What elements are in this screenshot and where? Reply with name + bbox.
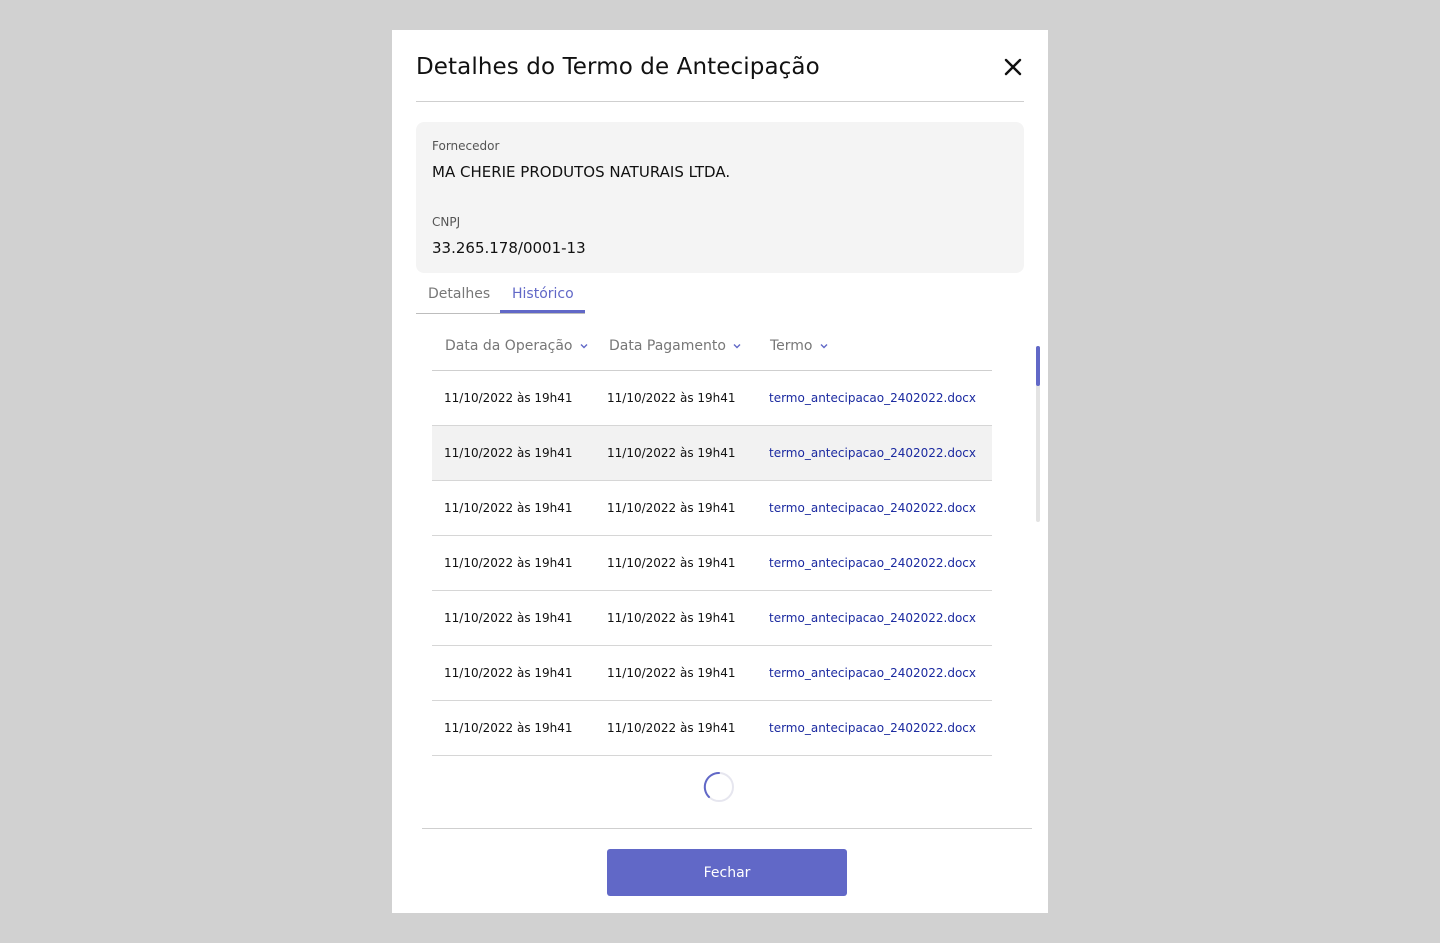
cell-data-operacao: 11/10/2022 às 19h41	[444, 721, 573, 735]
supplier-value: MA CHERIE PRODUTOS NATURAIS LTDA.	[432, 163, 731, 181]
table-row[interactable]: 11/10/2022 às 19h41 11/10/2022 às 19h41 …	[432, 591, 992, 646]
cell-termo-link[interactable]: termo_antecipacao_2402022.docx	[769, 391, 976, 405]
column-header-data-pagamento[interactable]: Data Pagamento	[609, 338, 742, 354]
cell-termo-link[interactable]: termo_antecipacao_2402022.docx	[769, 501, 976, 515]
cell-data-pagamento: 11/10/2022 às 19h41	[607, 556, 736, 570]
supplier-info-card: Fornecedor MA CHERIE PRODUTOS NATURAIS L…	[416, 122, 1024, 273]
close-icon[interactable]	[1004, 58, 1022, 76]
cell-termo-link[interactable]: termo_antecipacao_2402022.docx	[769, 721, 976, 735]
footer-divider	[422, 828, 1032, 829]
cell-termo-link[interactable]: termo_antecipacao_2402022.docx	[769, 611, 976, 625]
cell-data-operacao: 11/10/2022 às 19h41	[444, 391, 573, 405]
table-row[interactable]: 11/10/2022 às 19h41 11/10/2022 às 19h41 …	[432, 646, 992, 701]
cell-data-pagamento: 11/10/2022 às 19h41	[607, 666, 736, 680]
tab-historico[interactable]: Histórico	[512, 286, 574, 302]
cell-data-pagamento: 11/10/2022 às 19h41	[607, 391, 736, 405]
cell-termo-link[interactable]: termo_antecipacao_2402022.docx	[769, 446, 976, 460]
cell-data-operacao: 11/10/2022 às 19h41	[444, 666, 573, 680]
chevron-down-icon	[733, 344, 741, 349]
tab-detalhes[interactable]: Detalhes	[428, 286, 490, 302]
cell-data-operacao: 11/10/2022 às 19h41	[444, 446, 573, 460]
scrollbar-track[interactable]	[1036, 346, 1040, 522]
chevron-down-icon	[820, 344, 827, 349]
cell-data-operacao: 11/10/2022 às 19h41	[444, 501, 573, 515]
cell-data-operacao: 11/10/2022 às 19h41	[444, 556, 573, 570]
modal-title: Detalhes do Termo de Antecipação	[416, 54, 820, 80]
column-header-label: Data da Operação	[445, 338, 573, 354]
table-row[interactable]: 11/10/2022 às 19h41 11/10/2022 às 19h41 …	[432, 371, 992, 426]
scrollbar-thumb[interactable]	[1036, 346, 1040, 386]
table-row[interactable]: 11/10/2022 às 19h41 11/10/2022 às 19h41 …	[432, 701, 992, 756]
cell-termo-link[interactable]: termo_antecipacao_2402022.docx	[769, 666, 976, 680]
supplier-label: Fornecedor	[432, 139, 500, 153]
table-row[interactable]: 11/10/2022 às 19h41 11/10/2022 às 19h41 …	[432, 481, 992, 536]
column-header-data-operacao[interactable]: Data da Operação	[445, 338, 589, 354]
close-button[interactable]: Fechar	[607, 849, 847, 896]
cell-termo-link[interactable]: termo_antecipacao_2402022.docx	[769, 556, 976, 570]
cnpj-value: 33.265.178/0001-13	[432, 239, 586, 257]
table-row[interactable]: 11/10/2022 às 19h41 11/10/2022 às 19h41 …	[432, 536, 992, 591]
chevron-down-icon	[580, 344, 587, 349]
table-row[interactable]: 11/10/2022 às 19h41 11/10/2022 às 19h41 …	[432, 426, 992, 481]
cell-data-operacao: 11/10/2022 às 19h41	[444, 611, 573, 625]
column-header-termo[interactable]: Termo	[770, 338, 829, 354]
cnpj-label: CNPJ	[432, 215, 461, 229]
modal-dialog: Detalhes do Termo de Antecipação Fornece…	[392, 30, 1048, 913]
history-table: Data da Operação Data Pagamento Termo 11…	[432, 328, 992, 756]
cell-data-pagamento: 11/10/2022 às 19h41	[607, 721, 736, 735]
modal-header: Detalhes do Termo de Antecipação	[416, 30, 1024, 102]
cell-data-pagamento: 11/10/2022 às 19h41	[607, 501, 736, 515]
cell-data-pagamento: 11/10/2022 às 19h41	[607, 446, 736, 460]
table-header: Data da Operação Data Pagamento Termo	[432, 328, 992, 371]
tab-bar: Detalhes Histórico	[416, 279, 585, 314]
column-header-label: Data Pagamento	[609, 338, 726, 354]
active-tab-indicator	[500, 310, 585, 313]
spinner-icon	[703, 771, 734, 802]
column-header-label: Termo	[770, 338, 813, 354]
cell-data-pagamento: 11/10/2022 às 19h41	[607, 611, 736, 625]
